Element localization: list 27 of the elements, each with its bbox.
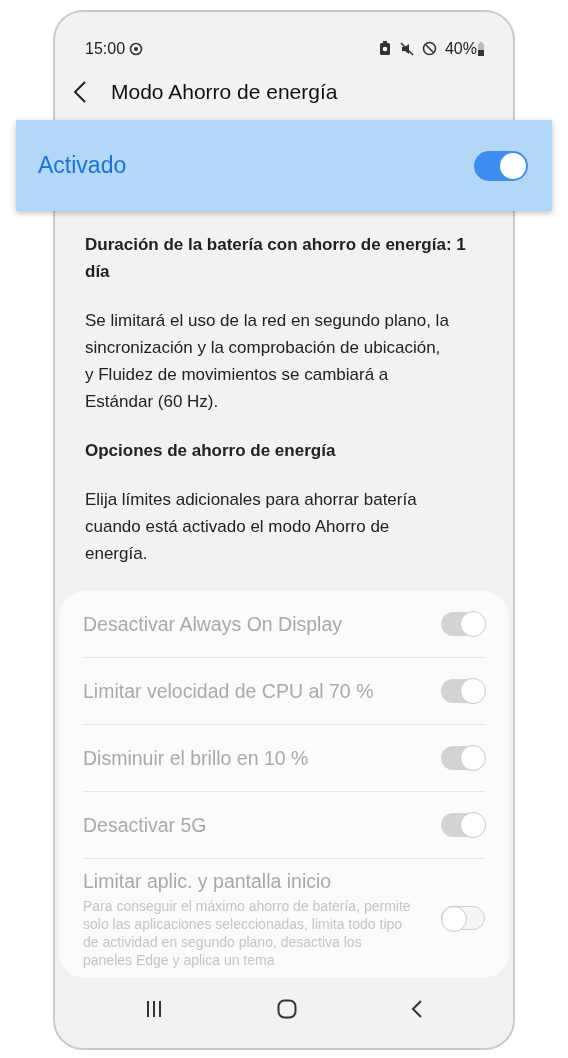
description-text: Elija límites adicionales para ahorrar batería cuando está activado el modo Ahorro de energía. [85,489,418,566]
status-time: 15:00 [85,38,126,59]
mute-icon [398,41,414,57]
sync-icon [129,41,144,56]
page-title: Modo Ahorro de energía [111,79,338,106]
option-label: Desactivar Always On Display [83,611,343,637]
section-heading: Opciones de ahorro de energía [85,440,337,463]
home-icon [277,999,297,1020]
battery-icon [477,41,485,56]
section-heading: Duración de la batería con ahorro de energía: 1 día [85,234,467,284]
back-icon [411,999,423,1020]
recent-apps-icon [145,1000,163,1019]
toggle-switch[interactable] [474,150,528,181]
back-button[interactable] [411,999,423,1020]
back-button[interactable] [73,79,87,104]
do-not-disturb-icon [421,41,437,57]
option-label: Limitar velocidad de CPU al 70 % [83,678,375,704]
back-icon [73,79,87,104]
option-label: Limitar aplic. y pantalla inicio [83,869,333,895]
option-label: Disminuir el brillo en 10 % [83,745,310,771]
recent-apps-button[interactable] [145,1000,163,1019]
description-text: Se limitará el uso de la red en segundo plano, la sincronización y la comprobación de ubicación, y Fluidez de movimientos se cambiará a Estándar (60 Hz). [85,310,450,414]
battery-level: 40% [444,38,477,59]
home-button[interactable] [277,999,297,1020]
toggle-label: Activado [38,151,127,181]
battery-saver-icon [378,41,391,57]
option-label: Desactivar 5G [83,812,208,838]
